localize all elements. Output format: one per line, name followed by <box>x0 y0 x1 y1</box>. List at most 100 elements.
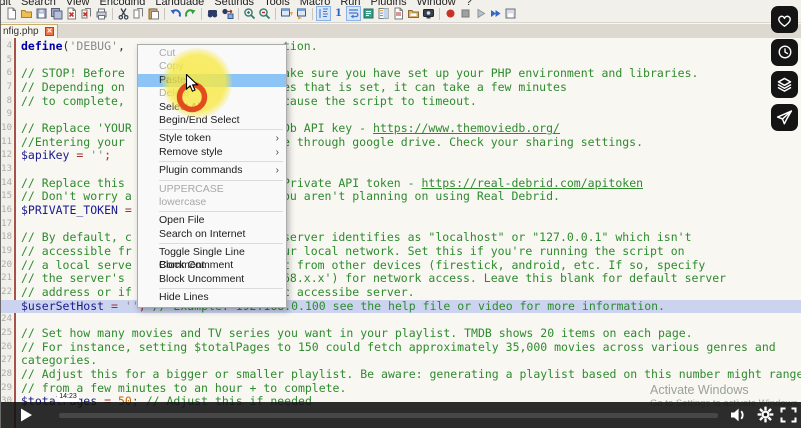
undo-icon[interactable] <box>169 7 182 20</box>
toolbar-separator <box>112 8 113 20</box>
toolbar-separator <box>201 8 202 20</box>
macro-stop-icon[interactable] <box>459 7 472 20</box>
macro-record-icon[interactable] <box>444 7 457 20</box>
context-menu-item-search-on-internet[interactable]: Search on Internet <box>138 228 286 241</box>
function-list-icon[interactable] <box>362 7 375 20</box>
toolbar-separator <box>238 8 239 20</box>
toolbar-separator <box>275 8 276 20</box>
toolbar-separator <box>439 8 440 20</box>
toolbar-separator <box>312 8 313 20</box>
video-frame: EditSearchViewEncodingLanguageSettingsTo… <box>0 0 801 428</box>
word-wrap-icon[interactable] <box>347 7 360 20</box>
submenu-arrow-icon: › <box>276 164 279 177</box>
monitor-icon[interactable] <box>422 7 435 20</box>
code-line: $apiKey = ''; <box>1 149 801 163</box>
context-menu-item-style-token[interactable]: Style token› <box>138 132 286 145</box>
code-editor[interactable]: 4567891011121314151617181920212223242526… <box>1 38 801 428</box>
tab-label: nfig.php <box>3 26 39 37</box>
clock-icon <box>775 42 795 62</box>
macro-save-icon[interactable] <box>504 7 517 20</box>
zoom-out-icon[interactable] <box>258 7 271 20</box>
context-menu-item-begin-end-select[interactable]: Begin/End Select <box>138 114 286 127</box>
menu-separator <box>159 180 283 181</box>
find-icon[interactable] <box>206 7 219 20</box>
code-line: $PRIVATE_TOKEN = <box>1 204 801 218</box>
new-file-icon[interactable] <box>5 7 18 20</box>
activate-windows-watermark: Activate Windows <box>650 383 749 397</box>
code-line: define('DEBUG', tion. <box>1 40 801 54</box>
zoom-in-icon[interactable] <box>243 7 256 20</box>
code-line: // Depending on es that is set, it can t… <box>1 81 801 95</box>
code-line <box>1 218 801 232</box>
menu-separator <box>159 211 283 212</box>
context-menu-item-plugin-commands[interactable]: Plugin commands› <box>138 164 286 177</box>
menu-separator <box>159 161 283 162</box>
menu-separator <box>159 243 283 244</box>
replace-icon[interactable] <box>221 7 234 20</box>
tab-config-php[interactable]: nfig.php ✕ <box>1 24 58 38</box>
heart-icon <box>774 10 795 30</box>
context-menu-item-block-comment[interactable]: Block Comment <box>138 259 286 272</box>
menu-separator <box>159 288 283 289</box>
context-menu-item-open-file[interactable]: Open File <box>138 214 286 227</box>
view-1-icon[interactable]: 1 <box>332 7 345 20</box>
video-progress-bar[interactable] <box>59 413 718 418</box>
context-menu-item-uppercase[interactable]: UPPERCASE <box>138 183 286 196</box>
copy-icon[interactable] <box>132 7 145 20</box>
code-line: // address or ifc accessibe server. <box>1 286 801 300</box>
add-to-playlist-button[interactable] <box>771 71 798 98</box>
save-icon[interactable] <box>35 7 48 20</box>
context-menu-item-hide-lines[interactable]: Hide Lines <box>138 291 286 304</box>
code-line: // STOP! Before ake sure you have set up… <box>1 67 801 81</box>
video-overlay-buttons <box>771 6 798 136</box>
project-folder-icon[interactable] <box>407 7 420 20</box>
doc-switcher-icon[interactable] <box>392 7 405 20</box>
watch-later-button[interactable] <box>771 39 798 66</box>
toolbar: 1 <box>1 5 801 23</box>
save-all-icon[interactable] <box>50 7 63 20</box>
redo-icon[interactable] <box>184 7 197 20</box>
code-line: // By default, cserver identifies as "lo… <box>1 231 801 245</box>
code-line: // Set how many movies and TV series you… <box>1 327 801 341</box>
volume-icon[interactable] <box>729 407 748 423</box>
context-menu-item-remove-style[interactable]: Remove style› <box>138 146 286 159</box>
video-time-tooltip: 14:23 <box>57 392 79 402</box>
code-line-selected: $userSetHost = ''; // Example: 192.168.0… <box>1 300 801 314</box>
code-line <box>1 108 801 122</box>
code-line: //Entering your e through google drive. … <box>1 136 801 150</box>
code-line: // Don't worry aou aren't planning on us… <box>1 190 801 204</box>
code-line: // to complete, cause the script to time… <box>1 95 801 109</box>
code-line <box>1 54 801 68</box>
print-icon[interactable] <box>95 7 108 20</box>
video-player-bar <box>1 402 801 428</box>
code-line: // the server's 68.x.x') for network acc… <box>1 272 801 286</box>
macro-multi-run-icon[interactable] <box>489 7 502 20</box>
context-menu-item-lowercase[interactable]: lowercase <box>138 196 286 209</box>
cut-icon[interactable] <box>117 7 130 20</box>
close-all-icon[interactable] <box>80 7 93 20</box>
close-icon[interactable] <box>65 7 78 20</box>
like-button[interactable] <box>771 6 798 33</box>
context-menu-item-block-uncomment[interactable]: Block Uncomment <box>138 273 286 286</box>
tab-close-icon[interactable]: ✕ <box>45 27 54 36</box>
context-menu-item-toggle-single-line-comment[interactable]: Toggle Single Line Comment <box>138 246 286 259</box>
indent-guide-icon[interactable] <box>317 7 330 20</box>
code-line <box>1 163 801 177</box>
settings-gear-icon[interactable] <box>757 406 774 423</box>
mouse-cursor-icon <box>185 74 201 94</box>
code-line <box>1 313 801 327</box>
doc-map-icon[interactable] <box>377 7 390 20</box>
code-line: // accessible frur local network. Set th… <box>1 245 801 259</box>
fullscreen-icon[interactable] <box>780 407 797 423</box>
sync-v-icon[interactable] <box>280 7 293 20</box>
menu-separator <box>159 129 283 130</box>
paste-icon[interactable] <box>147 7 160 20</box>
toolbar-separator <box>164 8 165 20</box>
macro-play-icon[interactable] <box>474 7 487 20</box>
share-button[interactable] <box>771 104 798 131</box>
code-line: // For instance, setting $totalPages to … <box>1 341 801 355</box>
open-folder-icon[interactable] <box>20 7 33 20</box>
sync-h-icon[interactable] <box>295 7 308 20</box>
play-button[interactable] <box>20 408 33 422</box>
layers-icon <box>774 74 795 95</box>
